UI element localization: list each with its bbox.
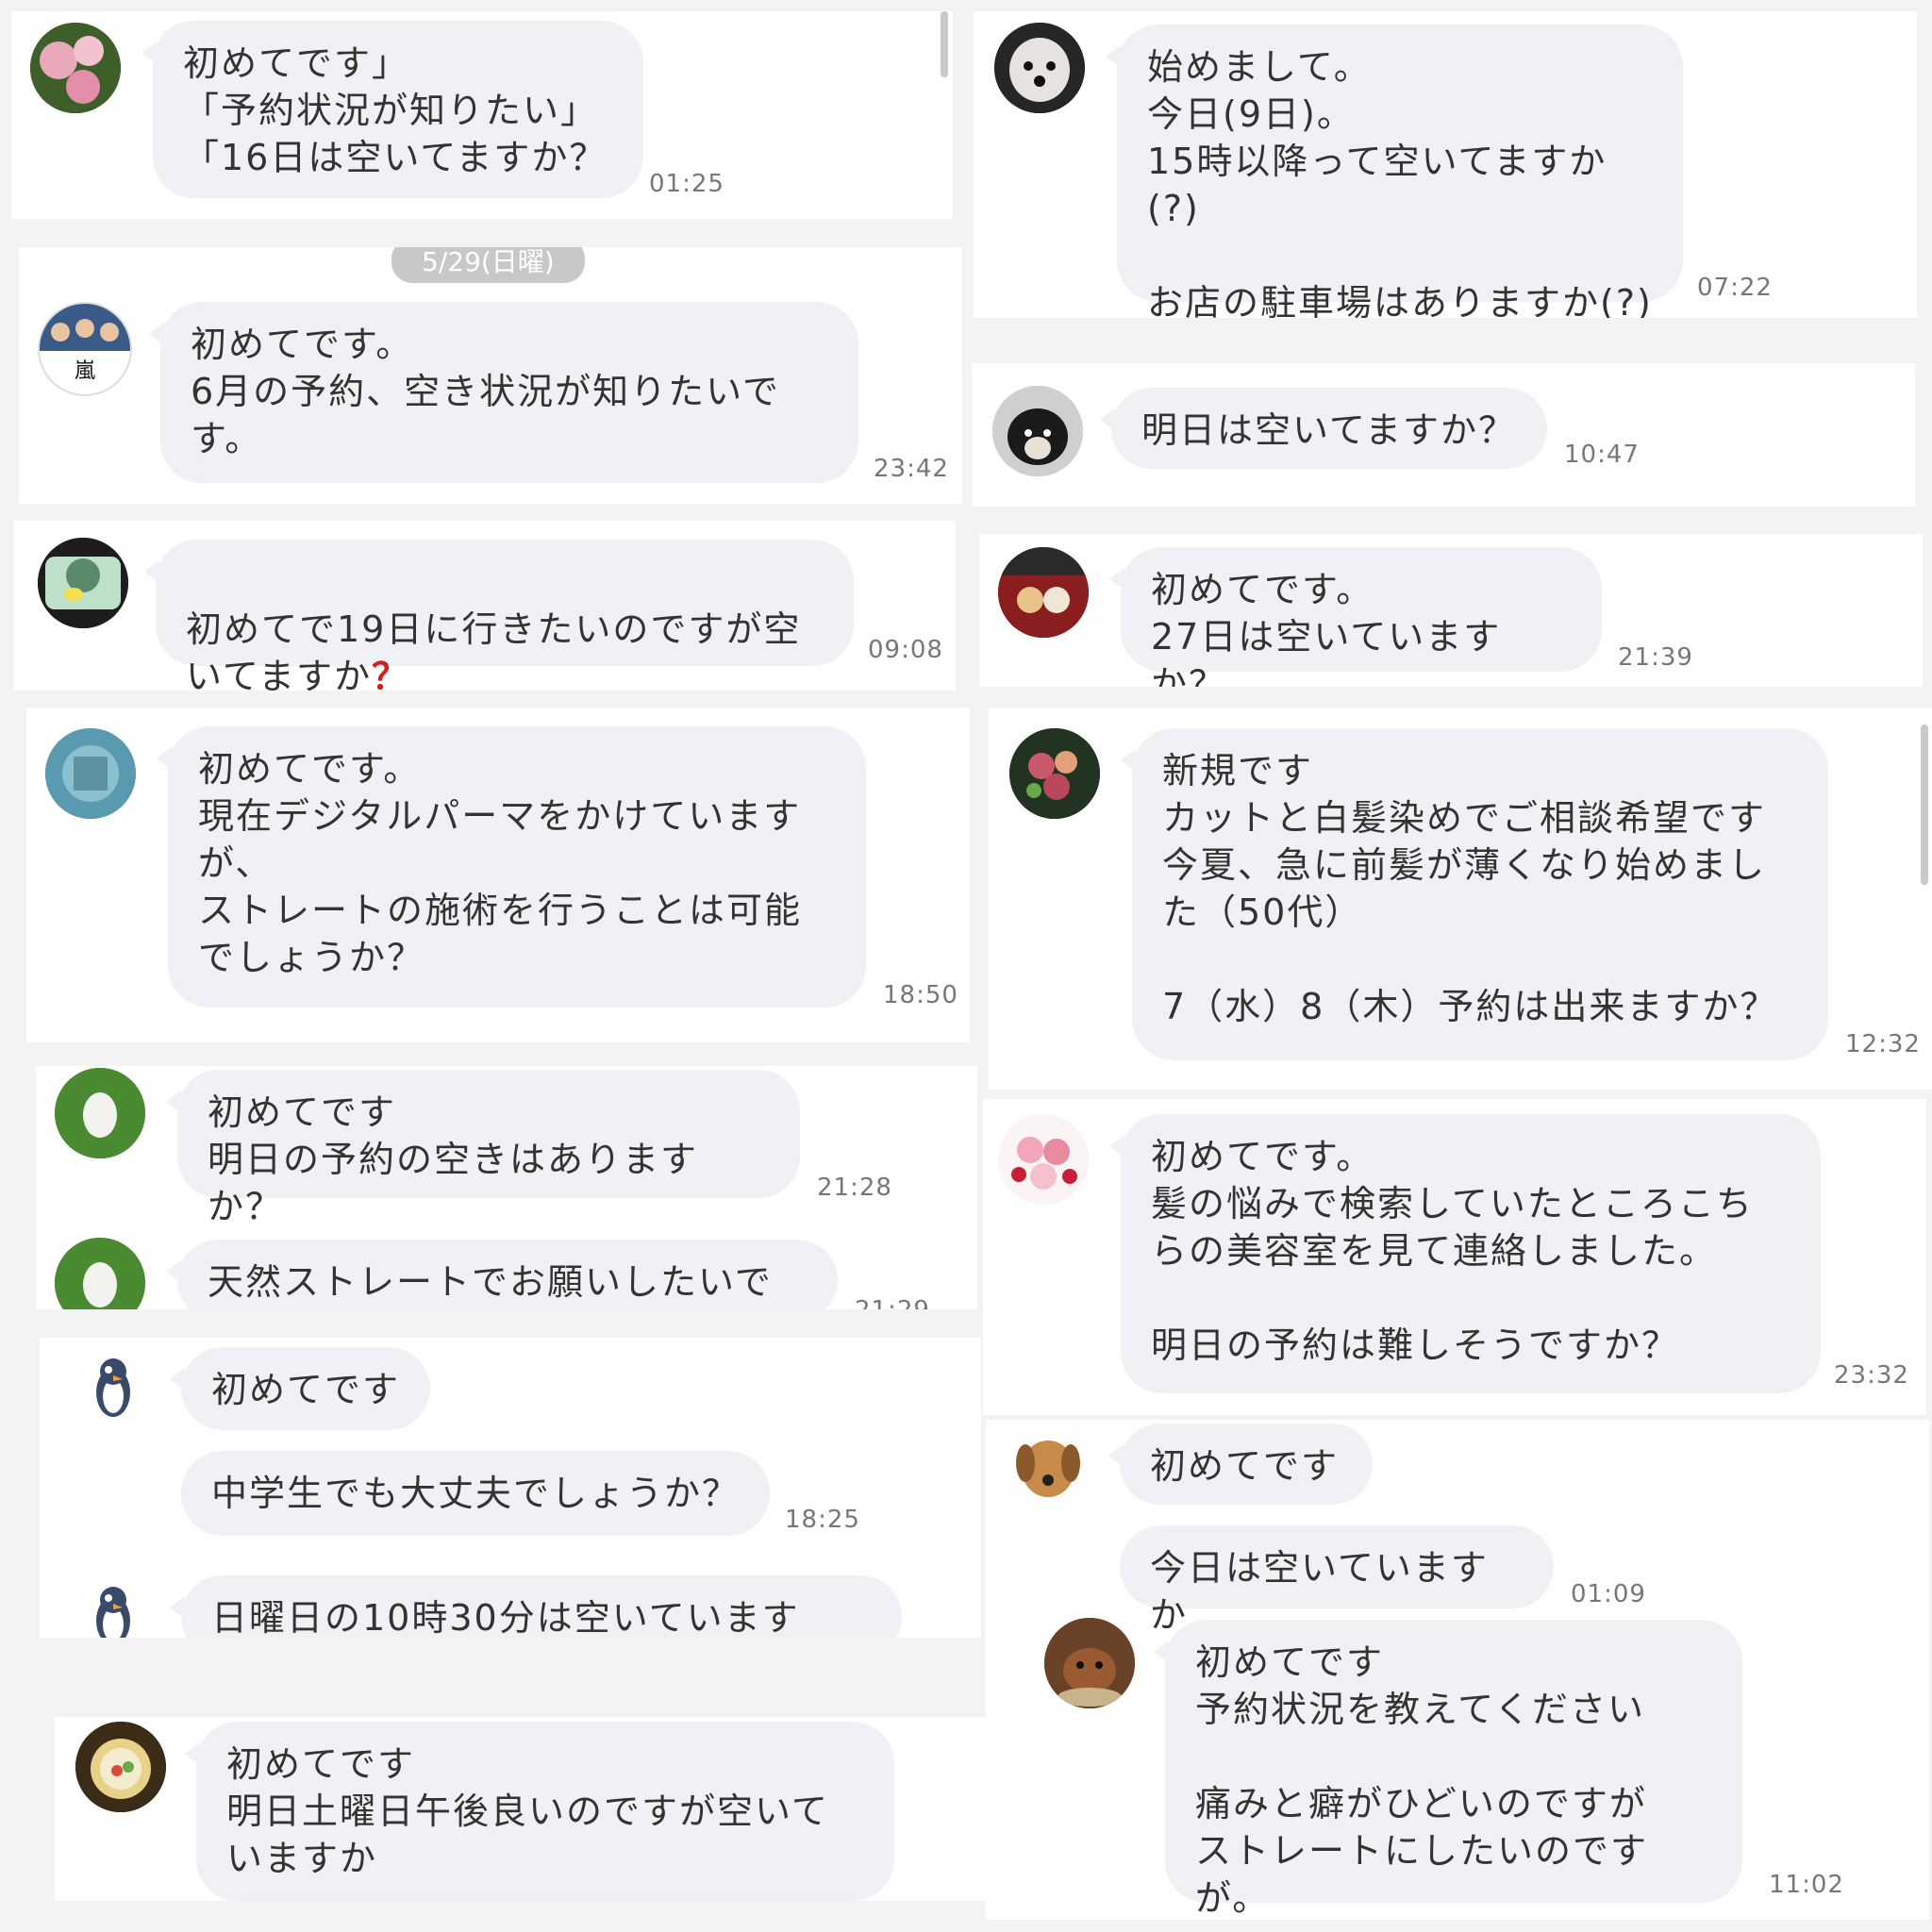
message-bubble: 始めまして。 今日(9日)。 15時以降って空いてますか(?) お店の駐車場はあ… [1106,25,1683,318]
avatar-penguin[interactable] [75,1349,151,1424]
message-time: 23:42 [874,455,949,483]
message-bubble: 初めてです [170,1347,430,1430]
svg-text:嵐: 嵐 [75,359,95,383]
rabbit-icon [1044,1618,1135,1708]
message-time: 21:29 [855,1296,930,1309]
penguin-icon [96,1587,130,1638]
avatar-macarons[interactable] [998,1114,1089,1205]
message-time: 11:02 [1769,1871,1844,1899]
chat-panel-r2: 明日は空いてますか？ 10:47 [972,363,1915,507]
message-time: 23:32 [1834,1361,1909,1390]
message-bubble: 初めてです。 27日は空いていますか？ [1109,547,1602,687]
penguin-icon [96,1358,130,1417]
chat-panel-r3: 初めてです。 27日は空いていますか？ 21:39 [979,534,1923,687]
avatar-black-dog[interactable] [992,386,1083,476]
macarons-icon [998,1114,1089,1205]
avatar-rabbit[interactable] [1044,1618,1135,1708]
message-bubble: 初めてです [1108,1424,1373,1505]
chat-panel-l4: 初めてです。 現在デジタルパーマをかけています が、 ストレートの施術を行うこと… [26,708,970,1042]
chat-panel-l7: 初めてです 明日土曜日午後良いのですが空いて いますか [55,1717,998,1901]
avatar-bowl[interactable] [75,1722,166,1812]
puppy-icon [1003,1422,1093,1512]
pattern-icon [45,728,136,819]
chat-panel-r1: 始めまして。 今日(9日)。 15時以降って空いてますか(?) お店の駐車場はあ… [974,11,1917,318]
avatar-dog-grass[interactable] [55,1238,145,1309]
avatar-arashi[interactable]: 嵐 [38,302,132,396]
avatar-dogs-car[interactable] [998,547,1089,638]
avatar-blue-pattern[interactable] [45,728,136,819]
avatar-puppy[interactable] [1003,1422,1093,1512]
message-bubble: 初めてです。 6月の予約、空き状況が知りたいです。 [149,302,858,483]
flowers-icon [30,23,121,113]
bouquet-icon [1009,728,1100,819]
chat-panel-l6: 初めてです 中学生でも大丈夫でしょうか？ 18:25 日曜日の10時30分は空い… [40,1338,981,1638]
avatar-white-dog[interactable] [994,23,1085,113]
dog-grass-icon [55,1068,145,1158]
message-time: 01:25 [649,170,724,198]
message-bubble: 初めてです。 髪の悩みで検索していたところこち らの美容室を見て連絡しました。 … [1109,1114,1821,1393]
chat-panel-r4: 新規です カットと白髪染めでご相談希望です 今夏、急に前髪が薄くなり始めまし た… [989,708,1932,1090]
message-bubble: 初めてです。 現在デジタルパーマをかけています が、 ストレートの施術を行うこと… [157,726,866,1008]
message-time: 01:09 [1571,1580,1646,1608]
message-bubble: 中学生でも大丈夫でしょうか？ [181,1451,770,1536]
message-bubble: 初めてです」 「予約状況が知りたい」 「16日は空いてますか？ [142,21,643,198]
message-time: 18:50 [883,981,958,1009]
message-bubble: 天然ストレートでお願いしたいです [166,1240,838,1309]
message-time: 10:47 [1564,441,1640,469]
chat-panel-l2: 5/29(日曜) 嵐 初めてです。 6月の予約、空き状況が知りたいです。 23:… [19,247,962,504]
message-time: 12:32 [1845,1030,1921,1058]
message-bubble: 明日は空いてますか？ [1100,388,1547,469]
message-bubble: 日曜日の10時30分は空いていますか？ [170,1575,902,1638]
chat-panel-l3: 初めてで19日に行きたいのですが空いてますか？ 09:08 [14,521,956,691]
white-dog-icon [994,23,1085,113]
message-bubble: 初めてです 明日の予約の空きはありますか？ [166,1070,800,1227]
message-time: 07:22 [1697,274,1773,302]
illustration-icon [38,538,128,628]
chat-panel-l5: 初めてです 明日の予約の空きはありますか？ 21:28 天然ストレートでお願いし… [36,1066,977,1309]
message-bubble: 初めてです 予約状況を教えてください 痛みと癖がひどいのですが ストレートにした… [1154,1620,1742,1919]
avatar-illustration[interactable] [38,538,128,628]
message-time: 18:25 [785,1506,860,1534]
message-bubble: 初めてです 明日土曜日午後良いのですが空いて いますか [185,1722,894,1901]
avatar-flowers[interactable] [30,23,121,113]
dog-grass-icon [55,1238,145,1309]
dogs-in-car-icon [998,547,1089,638]
message-text: 初めてで19日に行きたいのですが空いてますか [186,608,802,691]
chat-panel-l1: 初めてです」 「予約状況が知りたい」 「16日は空いてますか？ 01:25 [11,11,953,219]
avatar-bouquet[interactable] [1009,728,1100,819]
message-bubble: 初めてで19日に行きたいのですが空いてますか？ [144,540,854,691]
message-time: 21:28 [817,1174,892,1202]
chat-panel-r5: 初めてです。 髪の悩みで検索していたところこち らの美容室を見て連絡しました。 … [983,1099,1926,1415]
chat-panel-r6: 初めてです 今日は空いていますか 01:09 初めてです 予約状況を教えてくださ… [986,1420,1929,1920]
group-photo-icon: 嵐 [40,304,130,383]
message-bubble: 今日は空いていますか [1120,1525,1554,1636]
red-question-mark: ？ [371,656,409,691]
scrollbar[interactable] [1921,724,1928,885]
message-bubble: 新規です カットと白髪染めでご相談希望です 今夏、急に前髪が薄くなり始めまし た… [1121,728,1828,1060]
avatar-penguin[interactable] [75,1577,151,1638]
message-time: 21:39 [1618,643,1693,672]
scrollbar[interactable] [941,11,948,77]
date-divider: 5/29(日曜) [391,247,585,283]
bowl-food-icon [75,1722,166,1812]
black-dog-icon [992,386,1083,476]
avatar-dog-grass[interactable] [55,1068,145,1158]
message-time: 09:08 [868,636,943,664]
